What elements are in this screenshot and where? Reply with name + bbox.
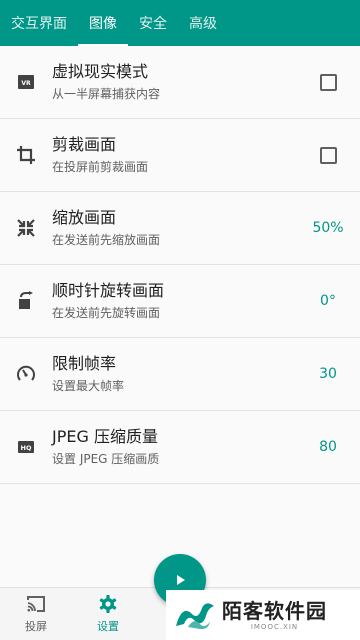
setting-subtitle: 在发送前先缩放画面 <box>52 233 161 247</box>
tab-advanced[interactable]: 高级 <box>178 0 228 46</box>
frame-rate-value: 30 <box>319 366 337 382</box>
tab-image[interactable]: 图像 <box>78 0 128 46</box>
setting-subtitle: 设置最大帧率 <box>52 379 125 393</box>
nav-cast[interactable]: 投屏 <box>0 588 72 640</box>
speedometer-icon <box>0 364 52 384</box>
setting-scale[interactable]: 缩放画面 在发送前先缩放画面 50% <box>0 192 360 265</box>
setting-frame-rate[interactable]: 限制帧率 设置最大帧率 30 <box>0 338 360 411</box>
watermark-text: 陌客软件园 <box>222 599 327 623</box>
svg-text:VR: VR <box>21 80 31 87</box>
watermark-logo <box>176 603 214 630</box>
play-icon <box>177 575 185 585</box>
setting-vr-mode[interactable]: VR 虚拟现实模式 从一半屏幕捕获内容 <box>0 46 360 119</box>
setting-rotate[interactable]: 顺时针旋转画面 在发送前先旋转画面 0° <box>0 265 360 338</box>
watermark: 陌客软件园 IMOOC.XIN <box>166 590 360 640</box>
nav-settings[interactable]: 设置 <box>72 588 144 640</box>
tab-bar: 交互界面 图像 安全 高级 <box>0 0 360 46</box>
jpeg-quality-value: 80 <box>319 439 337 455</box>
setting-subtitle: 在投屏前剪裁画面 <box>52 160 149 174</box>
setting-title: JPEG 压缩质量 <box>52 427 158 446</box>
setting-subtitle: 从一半屏幕捕获内容 <box>52 87 161 101</box>
tab-security[interactable]: 安全 <box>128 0 178 46</box>
rotate-value: 0° <box>320 293 336 309</box>
svg-text:HQ: HQ <box>21 444 32 452</box>
settings-list: VR 虚拟现实模式 从一半屏幕捕获内容 剪裁画面 在投屏前剪裁画面 缩放画面 在… <box>0 46 360 484</box>
gear-icon <box>99 595 117 613</box>
setting-title: 剪裁画面 <box>52 135 117 154</box>
rotate-icon <box>0 291 52 311</box>
setting-jpeg-quality[interactable]: HQ JPEG 压缩质量 设置 JPEG 压缩画质 80 <box>0 411 360 484</box>
setting-subtitle: 在发送前先旋转画面 <box>52 306 161 320</box>
setting-title: 虚拟现实模式 <box>52 62 149 81</box>
setting-crop[interactable]: 剪裁画面 在投屏前剪裁画面 <box>0 119 360 192</box>
crop-checkbox[interactable] <box>319 146 337 164</box>
scale-value: 50% <box>312 220 344 236</box>
watermark-subtext: IMOOC.XIN <box>250 623 299 631</box>
tab-interface[interactable]: 交互界面 <box>0 0 78 46</box>
cast-icon <box>27 596 45 612</box>
crop-icon <box>0 145 52 165</box>
setting-title: 顺时针旋转画面 <box>52 281 165 300</box>
nav-cast-label: 投屏 <box>25 620 47 633</box>
vr-icon: VR <box>0 72 52 92</box>
setting-title: 缩放画面 <box>52 208 117 227</box>
setting-title: 限制帧率 <box>52 354 117 373</box>
nav-settings-label: 设置 <box>97 620 119 633</box>
scale-icon <box>0 218 52 238</box>
setting-subtitle: 设置 JPEG 压缩画质 <box>52 452 160 466</box>
vr-mode-checkbox[interactable] <box>319 73 337 91</box>
hq-icon: HQ <box>0 437 52 457</box>
